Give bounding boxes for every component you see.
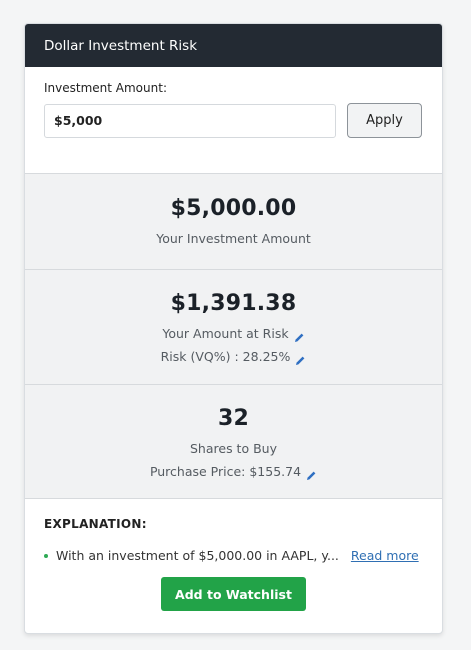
input-row: Apply <box>44 103 423 138</box>
investment-amount-block: $5,000.00 Your Investment Amount <box>25 173 442 269</box>
card-header: Dollar Investment Risk <box>25 24 442 67</box>
bullet-icon <box>44 553 48 558</box>
explanation-item: With an investment of $5,000.00 in AAPL,… <box>44 548 423 563</box>
investment-amount-label: Investment Amount: <box>44 81 167 95</box>
watchlist-wrap: Add to Watchlist <box>44 577 423 611</box>
investment-amount-input[interactable] <box>44 103 336 138</box>
explanation-text: With an investment of $5,000.00 in AAPL,… <box>56 548 339 563</box>
shares-to-buy-value: 32 <box>217 406 249 431</box>
shares-to-buy-caption: Shares to Buy <box>190 441 277 456</box>
apply-button[interactable]: Apply <box>347 103 422 138</box>
purchase-price-line: Purchase Price: $155.74 <box>25 464 442 480</box>
investment-input-section: Investment Amount: Apply <box>25 67 442 173</box>
explanation-section: EXPLANATION: With an investment of $5,00… <box>25 499 442 611</box>
amount-at-risk-caption: Your Amount at Risk <box>162 326 289 341</box>
risk-vq-line: Risk (VQ%) : 28.25% <box>25 349 442 365</box>
add-to-watchlist-button[interactable]: Add to Watchlist <box>161 577 306 611</box>
shares-to-buy-line: Shares to Buy <box>25 441 442 456</box>
purchase-price-text: Purchase Price: $155.74 <box>149 464 302 479</box>
dollar-investment-risk-card: Dollar Investment Risk Investment Amount… <box>24 23 443 634</box>
investment-amount-line: Your Investment Amount <box>25 231 442 246</box>
pencil-icon[interactable] <box>306 466 317 480</box>
amount-at-risk-value: $1,391.38 <box>170 291 297 316</box>
shares-to-buy-block: 32 Shares to Buy Purchase Price: $155.74 <box>25 384 442 499</box>
read-more-link[interactable]: Read more <box>351 548 419 563</box>
amount-at-risk-line: Your Amount at Risk <box>25 326 442 342</box>
pencil-icon[interactable] <box>295 351 306 365</box>
amount-at-risk-block: $1,391.38 Your Amount at Risk Risk (VQ%)… <box>25 269 442 384</box>
card-title: Dollar Investment Risk <box>44 37 198 54</box>
pencil-icon[interactable] <box>294 328 305 342</box>
risk-vq-text: Risk (VQ%) : 28.25% <box>160 349 291 364</box>
investment-amount-caption: Your Investment Amount <box>156 231 311 246</box>
explanation-title: EXPLANATION: <box>44 517 147 531</box>
investment-amount-value: $5,000.00 <box>170 196 297 221</box>
